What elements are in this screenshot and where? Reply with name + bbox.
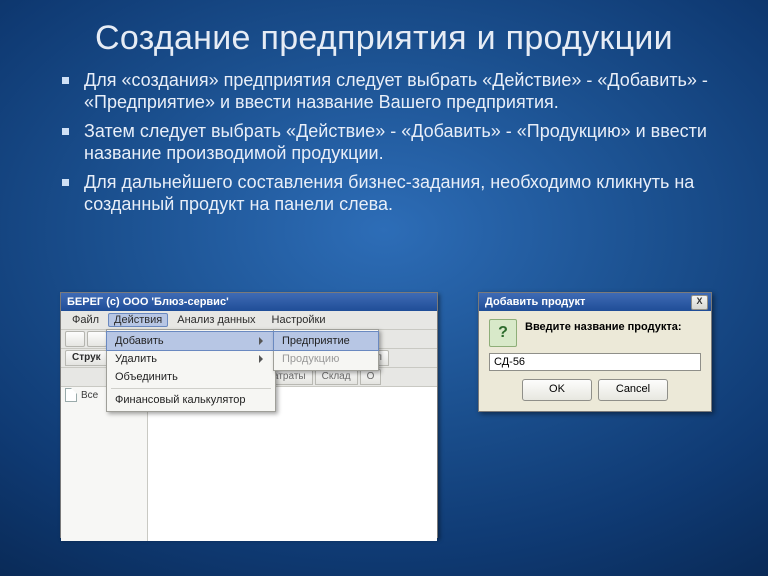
list-item: Затем следует выбрать «Действие» - «Доба… — [70, 120, 728, 165]
prompt-row: ? Введите название продукта: — [489, 319, 701, 347]
menu-actions[interactable]: Действия — [108, 313, 168, 327]
tab[interactable]: О — [360, 369, 382, 385]
app-window: БЕРЕГ (c) ООО 'Блюз-сервис' Файл Действи… — [60, 292, 438, 538]
dialog-buttons: OK Cancel — [489, 379, 701, 401]
chevron-right-icon — [259, 355, 267, 363]
tree-item-label: Все — [81, 390, 98, 401]
dialog-body: ? Введите название продукта: OK Cancel — [479, 311, 711, 411]
dialog-title: Добавить продукт — [485, 293, 585, 311]
cancel-button[interactable]: Cancel — [598, 379, 668, 401]
question-icon: ? — [489, 319, 517, 347]
dropdown-item-label: Добавить — [115, 335, 164, 347]
toolbar-button[interactable] — [87, 331, 107, 347]
prompt-text: Введите название продукта: — [525, 319, 682, 333]
slide: Создание предприятия и продукции Для «со… — [0, 0, 768, 576]
submenu-item-product[interactable]: Продукцию — [274, 350, 378, 368]
ok-button[interactable]: OK — [522, 379, 592, 401]
submenu-item-enterprise[interactable]: Предприятие — [274, 332, 378, 350]
menu-analysis[interactable]: Анализ данных — [170, 314, 262, 326]
dropdown-item-calc[interactable]: Финансовый калькулятор — [107, 391, 275, 409]
dialog-titlebar: Добавить продукт X — [479, 293, 711, 311]
bullet-list: Для «создания» предприятия следует выбра… — [0, 69, 768, 216]
close-icon[interactable]: X — [691, 295, 708, 310]
dropdown-item-merge[interactable]: Объединить — [107, 368, 275, 386]
slide-title: Создание предприятия и продукции — [0, 0, 768, 69]
add-submenu: Предприятие Продукцию — [273, 329, 379, 371]
chevron-right-icon — [259, 337, 267, 345]
toolbar-button[interactable] — [65, 331, 85, 347]
menu-separator — [111, 388, 271, 389]
menu-settings[interactable]: Настройки — [265, 314, 333, 326]
actions-dropdown: Добавить Удалить Объединить Финансовый к… — [106, 329, 276, 412]
list-item: Для дальнейшего составления бизнес-задан… — [70, 171, 728, 216]
menu-file[interactable]: Файл — [65, 314, 106, 326]
list-item: Для «создания» предприятия следует выбра… — [70, 69, 728, 114]
tab-structure[interactable]: Струк — [65, 350, 108, 366]
add-product-dialog: Добавить продукт X ? Введите название пр… — [478, 292, 712, 412]
dropdown-item-add[interactable]: Добавить — [107, 332, 275, 350]
dropdown-item-label: Финансовый калькулятор — [115, 394, 246, 406]
dropdown-item-label: Удалить — [115, 353, 157, 365]
tab[interactable]: Склад — [315, 369, 358, 385]
dropdown-item-label: Объединить — [115, 371, 178, 383]
document-icon — [65, 388, 77, 402]
menubar: Файл Действия Анализ данных Настройки — [61, 311, 437, 330]
screenshot-area: БЕРЕГ (c) ООО 'Блюз-сервис' Файл Действи… — [0, 292, 768, 552]
app-titlebar: БЕРЕГ (c) ООО 'Блюз-сервис' — [61, 293, 437, 311]
product-name-input[interactable] — [489, 353, 701, 371]
dropdown-item-delete[interactable]: Удалить — [107, 350, 275, 368]
